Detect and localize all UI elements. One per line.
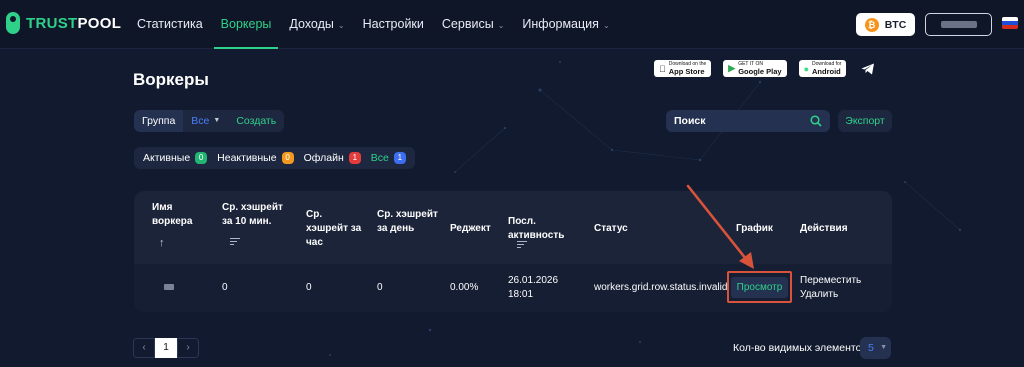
filter-all[interactable]: Все 1 (366, 152, 411, 164)
search-placeholder: Поиск (674, 115, 706, 127)
google-play-badge[interactable]: ▶ GET IT ON Google Play (721, 60, 787, 77)
filter-active[interactable]: Активные 0 (138, 152, 212, 164)
page-size-label: Кол-во видимых элементов (733, 342, 867, 354)
cell-status: workers.grid.row.status.invalid (594, 282, 728, 293)
count-badge: 1 (348, 152, 361, 164)
count-badge: 0 (281, 152, 294, 164)
col-header-actions: Действия (800, 223, 848, 234)
count-badge: 0 (195, 152, 208, 164)
col-header-hashrate-day[interactable]: Ср. хэшрейт за день (377, 208, 439, 236)
main-nav: Статистика Воркеры Доходы ⌄ Настройки Сер… (128, 0, 619, 49)
account-button[interactable] (925, 13, 992, 36)
android-icon: ● (804, 64, 809, 74)
worker-name-blurred[interactable] (164, 284, 174, 290)
page-size-select[interactable]: 5 ▼ (860, 337, 891, 359)
nav-item-services[interactable]: Сервисы ⌄ (433, 0, 514, 49)
telegram-icon[interactable] (860, 61, 876, 77)
pagination: ‹ 1 › (133, 338, 199, 358)
next-page-button[interactable]: › (177, 338, 199, 358)
cell-hashrate-10m: 0 (222, 282, 228, 293)
filter-inactive[interactable]: Неактивные 0 (212, 152, 298, 164)
google-play-icon: ▶ (721, 63, 735, 73)
sort-arrow-up-icon[interactable]: ↑ (159, 237, 165, 249)
nav-item-information[interactable]: Информация ⌄ (513, 0, 618, 49)
sort-icon[interactable] (517, 241, 527, 249)
col-header-status: Статус (594, 223, 628, 234)
export-button[interactable]: Экспорт (838, 110, 892, 132)
prev-page-button[interactable]: ‹ (133, 338, 155, 358)
view-chart-button[interactable]: Просмотр (730, 276, 789, 298)
nav-item-workers[interactable]: Воркеры (212, 0, 281, 49)
view-chart-highlight: Просмотр (727, 271, 792, 303)
cell-reject: 0.00% (450, 282, 479, 293)
account-name-blurred (940, 21, 977, 28)
col-header-hashrate-hour[interactable]: Ср. хэшрейт за час (306, 208, 366, 250)
group-label: Группа (134, 110, 184, 132)
col-header-reject[interactable]: Реджект (450, 222, 491, 236)
coin-label: BTC (884, 18, 907, 31)
col-header-chart: График (736, 223, 773, 234)
app-store-badge[interactable]:  Download on theApp Store (654, 60, 712, 77)
status-filters: Активные 0 Неактивные 0 Офлайн 1 Все 1 (134, 147, 415, 169)
col-header-name[interactable]: Имя воркера (152, 201, 212, 229)
table-header: Имя воркера ↑ Ср. хэшрейт за 10 мин. Ср.… (134, 191, 892, 264)
nav-item-settings[interactable]: Настройки (354, 0, 433, 49)
app-download-badges:  Download on theApp Store ▶ GET IT ONGo… (654, 60, 876, 77)
cell-last-activity-date: 26.01.2026 (508, 275, 559, 286)
search-input[interactable]: Поиск (666, 110, 830, 132)
chevron-down-icon: ⌄ (337, 21, 345, 30)
cell-hashrate-day: 0 (377, 282, 383, 293)
cell-last-activity-time: 18:01 (508, 289, 534, 300)
create-group-button[interactable]: Создать (228, 110, 284, 132)
col-header-hashrate-10m[interactable]: Ср. хэшрейт за 10 мин. (222, 201, 294, 229)
col-header-last-activity[interactable]: Посл. активность (508, 215, 568, 243)
count-badge: 1 (393, 152, 406, 164)
group-dropdown[interactable]: Все ▼ (183, 110, 228, 132)
russia-flag-icon[interactable] (1002, 17, 1018, 29)
filter-offline[interactable]: Офлайн 1 (299, 152, 366, 164)
page-1-button[interactable]: 1 (155, 338, 177, 358)
logo-text: TRUSTPOOL (26, 14, 122, 32)
top-navbar: TRUSTPOOL Статистика Воркеры Доходы ⌄ Нас… (0, 0, 1024, 49)
page-title: Воркеры (133, 70, 209, 89)
coin-selector-button[interactable]: ₿ BTC (856, 13, 915, 36)
bitcoin-icon: ₿ (864, 17, 879, 32)
delete-link[interactable]: Удалить (800, 288, 838, 302)
apple-icon:  (659, 64, 666, 74)
search-icon[interactable] (810, 115, 822, 127)
group-selector: Группа Все ▼ Создать (134, 110, 285, 132)
trustpool-logo[interactable]: TRUSTPOOL (6, 12, 121, 34)
nav-item-statistics[interactable]: Статистика (128, 0, 212, 49)
logo-icon (6, 12, 20, 34)
chevron-down-icon: ⌄ (497, 21, 505, 30)
nav-item-income[interactable]: Доходы ⌄ (280, 0, 353, 49)
cell-hashrate-hour: 0 (306, 282, 312, 293)
sort-icon[interactable] (230, 238, 240, 246)
caret-down-icon: ▼ (213, 117, 221, 124)
android-badge[interactable]: ● Download for Android (798, 60, 847, 77)
move-link[interactable]: Переместить (800, 274, 861, 288)
chevron-down-icon: ⌄ (602, 21, 610, 30)
caret-down-icon: ▼ (880, 344, 887, 351)
